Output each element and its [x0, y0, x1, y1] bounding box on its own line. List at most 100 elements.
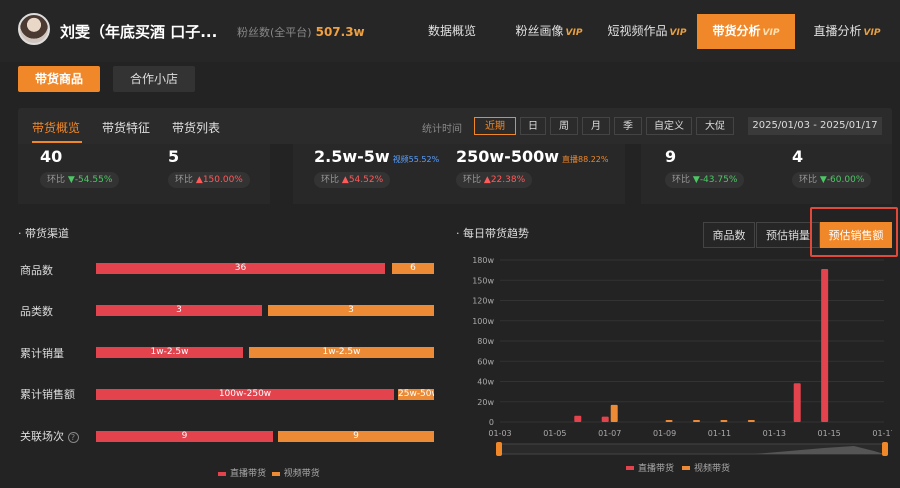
nav-tab-videos[interactable]: 短视频作品 VIP	[602, 14, 692, 49]
nav-tab-label: 带货分析	[712, 24, 761, 38]
stat-value: 250w-500w 直播88.22%	[456, 147, 609, 166]
channel-bar-live: 1w-2.5w	[96, 347, 243, 358]
legend-label-video: 视频带货	[694, 462, 730, 474]
stat-number: 9	[665, 147, 677, 166]
time-btn-promo[interactable]: 大促	[696, 117, 734, 135]
y-tick-label: 120w	[472, 297, 494, 306]
fans-value: 507.3w	[315, 25, 365, 39]
x-tick-label: 01-05	[543, 429, 566, 438]
date-range[interactable]: 2025/01/03 - 2025/01/17	[748, 117, 882, 135]
arrow-up-icon: ▲	[195, 175, 203, 185]
change-value: -60.00%	[826, 175, 865, 185]
daily-trend-chart: 0 20w 40w 60w 80w 100w 120w 150w 180w 01-03 01-05 0…	[472, 256, 892, 474]
time-btn-custom[interactable]: 自定义	[646, 117, 692, 135]
chart-bar	[665, 420, 673, 422]
nav-tab-sales[interactable]: 带货分析 VIP	[697, 14, 795, 49]
stat-value: 40	[40, 147, 62, 166]
overview-panel: 带货概览 带货特征 带货列表 统计时间 近期 日 周 月 季 自定义 大促 20…	[18, 108, 892, 144]
time-btn-quarter[interactable]: 季	[614, 117, 642, 135]
vip-badge: VIP	[762, 28, 780, 38]
nav-tab-label: 数据概览	[427, 24, 476, 38]
nav-tab-overview[interactable]: 数据概览	[414, 14, 490, 49]
change-label: 环比	[672, 175, 691, 185]
y-tick-label: 80w	[477, 337, 494, 346]
y-tick-label: 100w	[472, 317, 494, 326]
y-tick-label: 0	[489, 418, 494, 427]
change-label: 环比	[175, 175, 194, 185]
channel-row-label-text: 关联场次	[20, 430, 64, 443]
channel-row-label: 累计销量	[20, 347, 64, 360]
stat-tag: 直播88.22%	[562, 155, 609, 164]
tab-list[interactable]: 带货列表	[172, 119, 220, 136]
time-btn-month[interactable]: 月	[582, 117, 610, 135]
vip-badge: VIP	[565, 28, 583, 38]
stat-number: 2.5w-5w	[314, 147, 390, 166]
tab-features[interactable]: 带货特征	[102, 119, 150, 136]
nav-tab-live[interactable]: 直播分析 VIP	[802, 14, 892, 49]
nav-tab-label: 短视频作品	[607, 24, 668, 38]
subtab-shops[interactable]: 合作小店	[113, 66, 195, 92]
influencer-name: 刘雯（年底买酒 口子...	[60, 23, 218, 41]
change-label: 环比	[321, 175, 340, 185]
stat-change: 环比 ▲150.00%	[168, 172, 250, 188]
channel-bar-live: 100w-250w	[96, 389, 394, 400]
header: 刘雯（年底买酒 口子... 粉丝数(全平台) 507.3w 数据概览 粉丝画像 VI…	[0, 0, 900, 62]
channel-title-text: 带货渠道	[25, 227, 69, 240]
arrow-down-icon: ▼	[692, 175, 700, 185]
stat-tag: 视频55.52%	[392, 155, 440, 164]
stat-number: 40	[40, 147, 63, 166]
channel-row-label: 关联场次 ?	[20, 428, 79, 444]
channel-bar-video: 1w-2.5w	[249, 347, 434, 358]
change-value: -54.55%	[74, 175, 113, 185]
change-label: 环比	[799, 175, 818, 185]
tab-overview[interactable]: 带货概览	[32, 119, 80, 136]
time-btn-recent[interactable]: 近期	[474, 117, 516, 135]
channel-row-label: 累计销售额	[20, 388, 75, 401]
chart-bar	[821, 269, 829, 422]
channel-title: · 带货渠道	[18, 227, 69, 240]
channel-bar-video: 3	[268, 305, 434, 316]
metric-btn-products[interactable]: 商品数	[703, 222, 755, 248]
chart-bar	[574, 415, 582, 422]
channel-legend: 直播带货 视频带货	[218, 466, 320, 479]
nav-tab-fans[interactable]: 粉丝画像 VIP	[504, 14, 594, 49]
legend-swatch-live	[626, 466, 634, 470]
stat-number: 250w-500w	[456, 147, 559, 166]
vip-badge: VIP	[669, 28, 687, 38]
subtab-products[interactable]: 带货商品	[18, 66, 100, 92]
arrow-up-icon: ▲	[483, 175, 491, 185]
time-label: 统计时间	[422, 124, 462, 135]
fans-count: 粉丝数(全平台) 507.3w	[237, 24, 365, 40]
fans-label: 粉丝数(全平台)	[237, 26, 312, 39]
chart-bar	[747, 420, 755, 422]
time-btn-day[interactable]: 日	[520, 117, 546, 135]
active-tab-underline	[32, 141, 82, 143]
chart-bar	[793, 383, 801, 422]
change-label: 环比	[47, 175, 66, 185]
stat-value: 2.5w-5w 视频55.52%	[314, 147, 439, 166]
channel-bar-live: 3	[96, 305, 262, 316]
x-tick-label: 01-11	[708, 429, 731, 438]
nav-tab-label: 直播分析	[813, 24, 862, 38]
nav-tab-label: 粉丝画像	[515, 24, 564, 38]
help-icon[interactable]: ?	[67, 431, 79, 443]
time-btn-week[interactable]: 周	[550, 117, 578, 135]
y-tick-label: 20w	[477, 398, 494, 407]
avatar[interactable]	[18, 13, 50, 45]
x-tick-label: 01-07	[598, 429, 621, 438]
change-value: -43.75%	[699, 175, 738, 185]
y-tick-label: 60w	[477, 357, 494, 366]
x-tick-label: 01-03	[488, 429, 511, 438]
stat-number: 4	[792, 147, 804, 166]
chart-bar	[693, 420, 700, 422]
daily-title: · 每日带货趋势	[456, 227, 529, 240]
chart-bar	[601, 416, 609, 422]
legend-swatch-video	[271, 471, 280, 476]
x-tick-label: 01-13	[763, 429, 786, 438]
channel-bar-live: 36	[96, 263, 385, 274]
channel-bar-video: 9	[278, 431, 434, 442]
stat-change: 环比 ▼-43.75%	[665, 172, 745, 188]
arrow-down-icon: ▼	[67, 175, 75, 185]
daily-title-text: 每日带货趋势	[463, 227, 529, 240]
stat-value: 4	[792, 147, 803, 166]
